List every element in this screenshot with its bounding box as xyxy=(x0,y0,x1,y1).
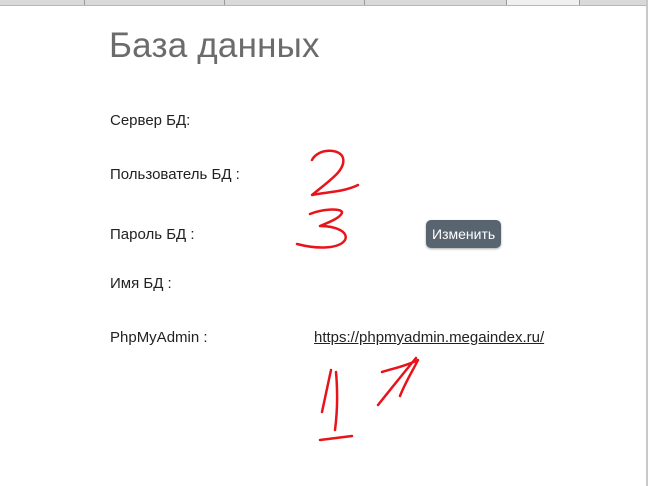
annotation-arrow xyxy=(376,356,420,407)
annotation-number-3 xyxy=(295,208,347,249)
handwritten-annotations xyxy=(295,149,420,442)
annotation-number-1 xyxy=(318,368,354,442)
annotation-number-2 xyxy=(310,149,360,197)
